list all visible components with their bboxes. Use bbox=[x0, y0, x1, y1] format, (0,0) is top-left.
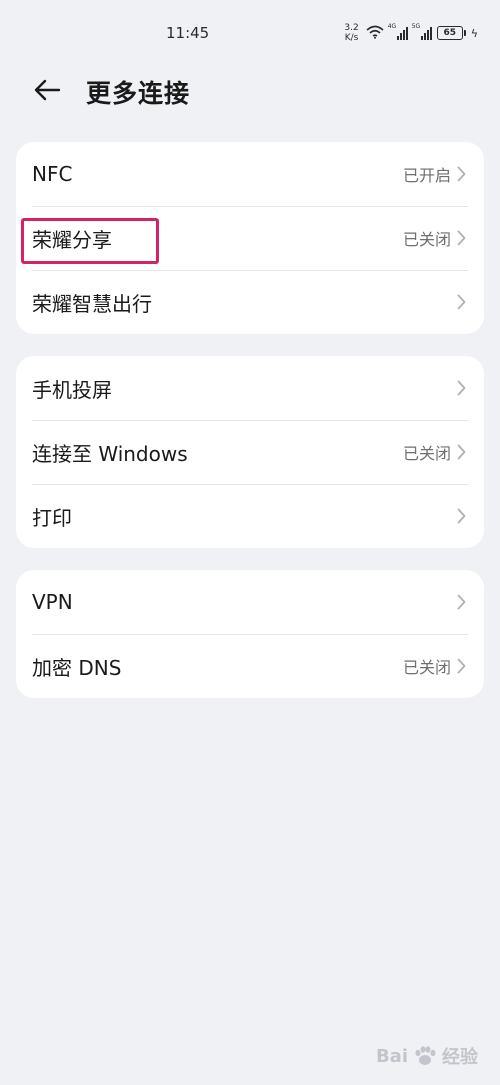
paw-logo-icon bbox=[415, 1046, 436, 1065]
setting-row-encrypted-dns[interactable]: 加密 DNS 已关闭 bbox=[16, 634, 484, 698]
chevron-right-icon bbox=[457, 294, 466, 310]
setting-row-print[interactable]: 打印 bbox=[16, 484, 484, 548]
chevron-right-icon bbox=[457, 166, 466, 182]
back-arrow-icon bbox=[34, 79, 61, 101]
chevron-right-icon bbox=[457, 230, 466, 246]
watermark-text-2: 经验 bbox=[442, 1047, 478, 1068]
watermark-text: Bai bbox=[375, 1045, 408, 1067]
sim1-network-tag: 4G bbox=[387, 23, 397, 30]
wifi-icon bbox=[366, 24, 384, 43]
setting-status: 已关闭 bbox=[402, 658, 451, 677]
header: 更多连接 bbox=[0, 62, 500, 118]
setting-row-screen-projection[interactable]: 手机投屏 bbox=[16, 356, 484, 420]
network-speed-value: 3.2 bbox=[344, 23, 359, 33]
setting-label: NFC bbox=[32, 162, 73, 186]
setting-status: 已关闭 bbox=[402, 230, 451, 249]
chevron-right-icon bbox=[457, 380, 466, 396]
battery-level: 65 bbox=[443, 28, 456, 38]
chevron-right-icon bbox=[457, 658, 466, 674]
charging-icon: ϟ bbox=[470, 26, 478, 40]
status-time: 11:45 bbox=[166, 24, 210, 42]
chevron-right-icon bbox=[457, 508, 466, 524]
battery-icon: 65 bbox=[436, 26, 466, 40]
setting-label: 加密 DNS bbox=[32, 655, 122, 680]
signal-sim2-icon: 5G bbox=[411, 23, 432, 40]
status-icons: 3.2 K/s 4G 5G 65 ϟ bbox=[344, 20, 478, 46]
setting-status: 已开启 bbox=[402, 166, 451, 185]
setting-row-vpn[interactable]: VPN bbox=[16, 570, 484, 634]
network-speed: 3.2 K/s bbox=[344, 23, 358, 43]
status-bar: 11:45 3.2 K/s 4G 5G 65 ϟ bbox=[0, 0, 500, 62]
page-title: 更多连接 bbox=[86, 79, 191, 108]
sim2-network-tag: 5G bbox=[411, 23, 421, 30]
setting-row-honor-smart-travel[interactable]: 荣耀智慧出行 bbox=[16, 270, 484, 334]
setting-label: 连接至 Windows bbox=[32, 441, 188, 466]
setting-label: 手机投屏 bbox=[32, 377, 112, 402]
network-speed-unit: K/s bbox=[344, 33, 359, 43]
setting-row-honor-share[interactable]: 荣耀分享 已关闭 bbox=[16, 206, 484, 270]
chevron-right-icon bbox=[457, 444, 466, 460]
setting-label: 打印 bbox=[32, 505, 72, 530]
setting-row-connect-to-windows[interactable]: 连接至 Windows 已关闭 bbox=[16, 420, 484, 484]
setting-status: 已关闭 bbox=[402, 444, 451, 463]
signal-sim1-icon: 4G bbox=[387, 23, 408, 40]
setting-label: VPN bbox=[32, 590, 73, 614]
setting-row-nfc[interactable]: NFC 已开启 bbox=[16, 142, 484, 206]
setting-label: 荣耀智慧出行 bbox=[32, 291, 152, 316]
chevron-right-icon bbox=[457, 594, 466, 610]
settings-group-connectivity: NFC 已开启 荣耀分享 已关闭 荣耀智慧出行 bbox=[16, 142, 484, 334]
setting-label: 荣耀分享 bbox=[32, 227, 112, 252]
back-button[interactable] bbox=[30, 74, 64, 106]
settings-group-network-security: VPN 加密 DNS 已关闭 bbox=[16, 570, 484, 698]
settings-group-projection: 手机投屏 连接至 Windows 已关闭 打印 bbox=[16, 356, 484, 548]
watermark: Bai 经验 bbox=[376, 1043, 478, 1069]
